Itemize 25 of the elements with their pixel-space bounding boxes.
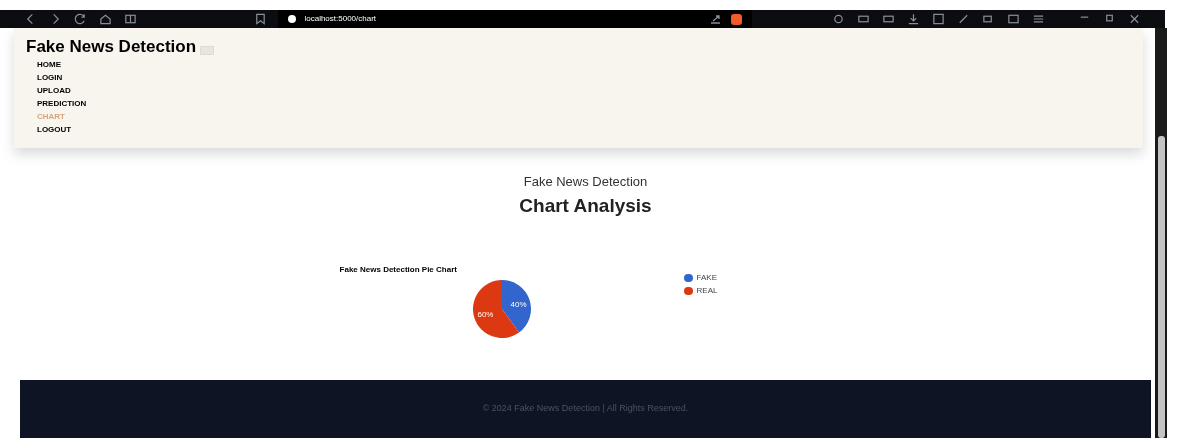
legend-label: REAL bbox=[696, 285, 718, 297]
nav-link[interactable]: PREDICTION bbox=[37, 97, 87, 110]
nav-link[interactable]: LOGIN bbox=[37, 71, 63, 84]
address-bar[interactable]: localhost:5000/chart bbox=[278, 10, 753, 28]
slice-label: 40% bbox=[510, 299, 527, 309]
scrollbar-thumb[interactable] bbox=[1157, 136, 1165, 438]
nav-link[interactable]: LOGOUT bbox=[37, 123, 72, 136]
info-icon bbox=[288, 15, 297, 23]
slice-label: 60% bbox=[477, 310, 493, 320]
reload-icon[interactable] bbox=[73, 12, 87, 26]
download-icon[interactable] bbox=[906, 12, 920, 26]
home-icon[interactable] bbox=[98, 12, 112, 26]
nav-link[interactable]: UPLOAD bbox=[37, 84, 71, 97]
close-icon[interactable] bbox=[1128, 12, 1141, 26]
url-text: localhost:5000/chart bbox=[304, 13, 377, 25]
nav-link[interactable]: HOME bbox=[37, 58, 61, 71]
bookmark-icon[interactable] bbox=[253, 12, 267, 26]
site-title[interactable]: Fake News Detection bbox=[26, 38, 197, 55]
split-view-icon[interactable] bbox=[123, 12, 137, 26]
scrollbar[interactable] bbox=[1155, 28, 1167, 438]
page-subtitle: Fake News Detection bbox=[523, 173, 648, 191]
page-title: Chart Analysis bbox=[519, 193, 652, 218]
chart-title: Fake News Detection Pie Chart bbox=[339, 264, 458, 276]
legend-label: FAKE bbox=[696, 272, 717, 284]
toggle-icon[interactable] bbox=[200, 46, 215, 55]
